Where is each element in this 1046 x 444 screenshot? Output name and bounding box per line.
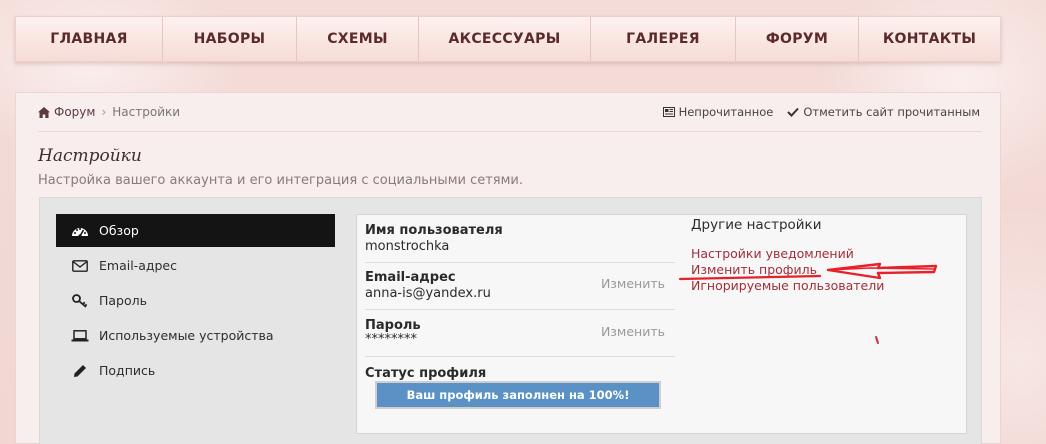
notification-settings-link[interactable]: Настройки уведомлений xyxy=(691,246,961,262)
top-navigation: ГЛАВНАЯ НАБОРЫ СХЕМЫ АКСЕССУАРЫ ГАЛЕРЕЯ … xyxy=(15,16,1001,62)
side-item-email[interactable]: Email-адрес xyxy=(56,249,335,282)
newspaper-icon xyxy=(662,107,675,117)
nav-item-home[interactable]: ГЛАВНАЯ xyxy=(16,17,163,61)
other-settings-title: Другие настройки xyxy=(691,217,822,233)
breadcrumb-forum-link[interactable]: Форум xyxy=(54,105,95,119)
side-item-label: Email-адрес xyxy=(99,258,177,273)
side-item-password[interactable]: Пароль xyxy=(56,284,335,317)
breadcrumb-current: Настройки xyxy=(112,105,181,119)
check-icon xyxy=(787,107,800,117)
nav-item-forum[interactable]: ФОРУМ xyxy=(736,17,859,61)
laptop-icon xyxy=(70,329,90,342)
overview-content: Имя пользователя monstrochka Email-адрес… xyxy=(356,214,967,434)
side-item-label: Используемые устройства xyxy=(99,328,274,343)
breadcrumb: Форум › Настройки xyxy=(38,105,180,119)
envelope-icon xyxy=(70,259,90,272)
pencil-icon xyxy=(70,364,90,378)
edit-profile-link[interactable]: Изменить профиль xyxy=(691,262,961,278)
profile-progress-bar: Ваш профиль заполнен на 100%! xyxy=(375,381,661,409)
key-icon xyxy=(70,293,90,308)
page-description: Настройка вашего аккаунта и его интеграц… xyxy=(38,173,524,188)
username-field: Имя пользователя monstrochka xyxy=(365,223,675,263)
nav-item-gallery[interactable]: ГАЛЕРЕЯ xyxy=(591,17,736,61)
password-field: Пароль ******** Изменить xyxy=(365,310,675,357)
side-item-label: Подпись xyxy=(99,363,156,378)
chevron-right-icon: › xyxy=(101,105,107,119)
top-links: Непрочитанное Отметить сайт прочитанным xyxy=(662,105,980,119)
nav-item-contacts[interactable]: КОНТАКТЫ xyxy=(859,17,1000,61)
ignored-users-link[interactable]: Игнорируемые пользователи xyxy=(691,278,961,294)
mark-read-link[interactable]: Отметить сайт прочитанным xyxy=(787,105,980,119)
side-item-overview[interactable]: Обзор xyxy=(56,214,335,247)
unread-label: Непрочитанное xyxy=(678,105,774,119)
profile-status-label: Статус профиля xyxy=(365,366,487,381)
change-password-link[interactable]: Изменить xyxy=(601,324,665,339)
side-item-signature[interactable]: Подпись xyxy=(56,354,335,387)
side-item-devices[interactable]: Используемые устройства xyxy=(56,319,335,352)
page-title: Настройки xyxy=(38,146,142,166)
side-item-label: Обзор xyxy=(99,223,139,238)
other-settings: Другие настройки Настройки уведомлений И… xyxy=(691,217,961,294)
nav-item-kits[interactable]: НАБОРЫ xyxy=(163,17,297,61)
username-label: Имя пользователя xyxy=(365,223,503,238)
email-field: Email-адрес anna-is@yandex.ru Изменить xyxy=(365,263,675,310)
unread-link[interactable]: Непрочитанное xyxy=(662,105,774,119)
settings-side-menu: Обзор Email-адрес Пароль Используемые ус… xyxy=(56,214,335,389)
nav-item-schemes[interactable]: СХЕМЫ xyxy=(297,17,419,61)
dashboard-icon xyxy=(70,224,90,237)
home-icon[interactable] xyxy=(38,106,50,118)
mark-read-label: Отметить сайт прочитанным xyxy=(803,105,980,119)
nav-item-accessories[interactable]: АКСЕССУАРЫ xyxy=(419,17,591,61)
username-value: monstrochka xyxy=(365,239,450,254)
profile-progress-text: Ваш профиль заполнен на 100%! xyxy=(406,388,630,402)
header-divider xyxy=(38,131,982,132)
change-email-link[interactable]: Изменить xyxy=(601,276,665,291)
side-item-label: Пароль xyxy=(99,293,147,308)
settings-container: Обзор Email-адрес Пароль Используемые ус… xyxy=(39,197,982,444)
main-panel: Форум › Настройки Непрочитанное Отметить… xyxy=(15,92,1001,444)
